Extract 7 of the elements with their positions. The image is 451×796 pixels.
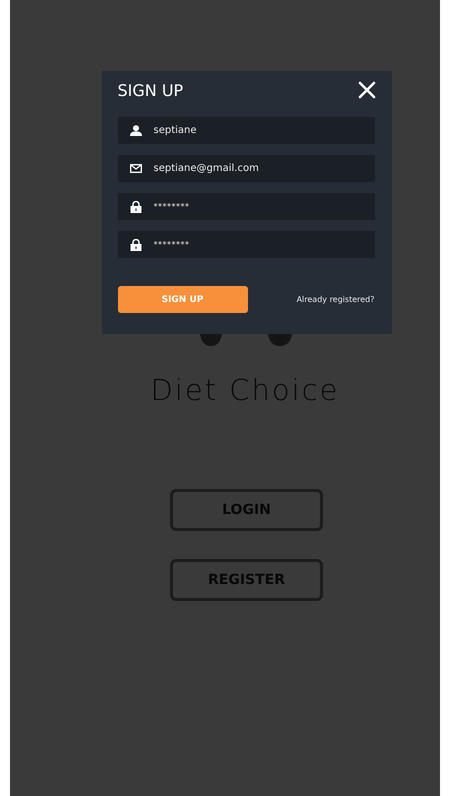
dialog-title: SIGN UP	[118, 80, 184, 100]
lock-icon	[130, 238, 142, 250]
login-link[interactable]: Already registered?	[296, 295, 374, 304]
envelope-icon	[130, 164, 142, 173]
lock-icon	[130, 200, 142, 212]
user-icon	[130, 125, 142, 136]
close-icon[interactable]	[358, 81, 376, 99]
